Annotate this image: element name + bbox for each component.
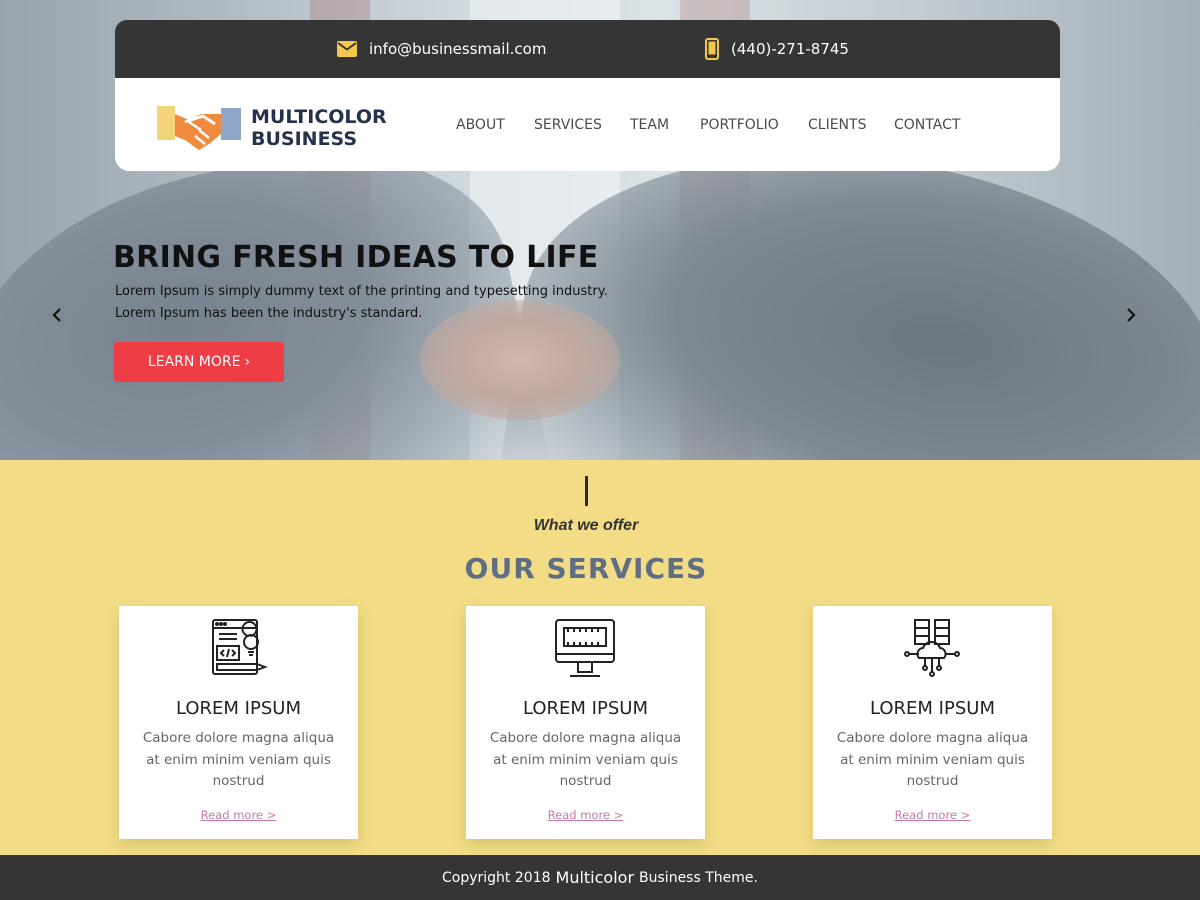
logo-line-2: BUSINESS	[251, 128, 358, 150]
footer-suffix: Business Theme.	[639, 869, 758, 886]
read-more-link[interactable]: Read more >	[813, 808, 1052, 822]
footer-copyright: Copyright 2018	[442, 869, 551, 886]
phone-contact[interactable]: (440)-271-8745	[705, 20, 849, 78]
main-navbar: MULTICOLOR BUSINESS ABOUT SERVICES TEAM …	[115, 78, 1060, 171]
service-card-text: Cabore dolore magna aliqua at enim minim…	[142, 730, 335, 789]
hero-description-line-1: Lorem Ipsum is simply dummy text of the …	[115, 284, 608, 299]
service-card-title: LOREM IPSUM	[176, 698, 301, 719]
email-text: info@businessmail.com	[369, 40, 547, 58]
nav-item-clients[interactable]: CLIENTS	[808, 117, 866, 133]
hero-description-line-2: Lorem Ipsum has been the industry's stan…	[115, 306, 423, 321]
read-more-link[interactable]: Read more >	[466, 808, 705, 822]
site-logo[interactable]: MULTICOLOR BUSINESS	[155, 100, 387, 156]
monitor-icon	[555, 619, 615, 677]
service-card-title: LOREM IPSUM	[523, 698, 648, 719]
section-divider	[585, 476, 588, 506]
nav-item-about[interactable]: ABOUT	[456, 117, 505, 133]
service-card: LOREM IPSUM Cabore dolore magna aliqua a…	[813, 606, 1052, 839]
footer-brand-link[interactable]: Multicolor	[556, 868, 635, 887]
nav-item-team[interactable]: TEAM	[630, 117, 669, 133]
carousel-next-button[interactable]	[1120, 304, 1142, 326]
hero-description: Lorem Ipsum is simply dummy text of the …	[115, 281, 635, 325]
chevron-right-icon: ›	[244, 354, 251, 370]
service-card: LOREM IPSUM Cabore dolore magna aliqua a…	[119, 606, 358, 839]
service-card: LOREM IPSUM Cabore dolore magna aliqua a…	[466, 606, 705, 839]
nav-item-services[interactable]: SERVICES	[534, 117, 602, 133]
site-footer: Copyright 2018 Multicolor Business Theme…	[0, 855, 1200, 900]
mail-icon	[337, 41, 357, 57]
web-development-icon	[212, 619, 268, 675]
nav-item-portfolio[interactable]: PORTFOLIO	[700, 117, 779, 133]
chevron-right-icon	[1127, 308, 1136, 322]
service-card-text: Cabore dolore magna aliqua at enim minim…	[489, 730, 682, 789]
phone-text: (440)-271-8745	[731, 40, 849, 58]
phone-icon	[705, 38, 719, 60]
cloud-server-icon	[904, 619, 960, 677]
nav-item-contact[interactable]: CONTACT	[894, 117, 960, 133]
contact-bar: info@businessmail.com (440)-271-8745	[115, 20, 1060, 78]
email-contact[interactable]: info@businessmail.com	[337, 20, 546, 78]
service-card-text: Cabore dolore magna aliqua at enim minim…	[836, 730, 1029, 789]
hero-title: BRING FRESH IDEAS TO LIFE	[113, 240, 599, 275]
service-card-title: LOREM IPSUM	[870, 698, 995, 719]
learn-more-label: LEARN MORE	[147, 354, 241, 370]
logo-text: MULTICOLOR BUSINESS	[251, 106, 387, 150]
handshake-icon	[157, 106, 241, 150]
carousel-prev-button[interactable]	[46, 304, 68, 326]
learn-more-button[interactable]: LEARN MORE ›	[114, 342, 284, 382]
read-more-link[interactable]: Read more >	[119, 808, 358, 822]
chevron-left-icon	[52, 308, 61, 322]
logo-line-1: MULTICOLOR	[251, 106, 387, 128]
services-subtitle: What we offer	[533, 517, 639, 534]
services-title: OUR SERVICES	[464, 552, 708, 585]
